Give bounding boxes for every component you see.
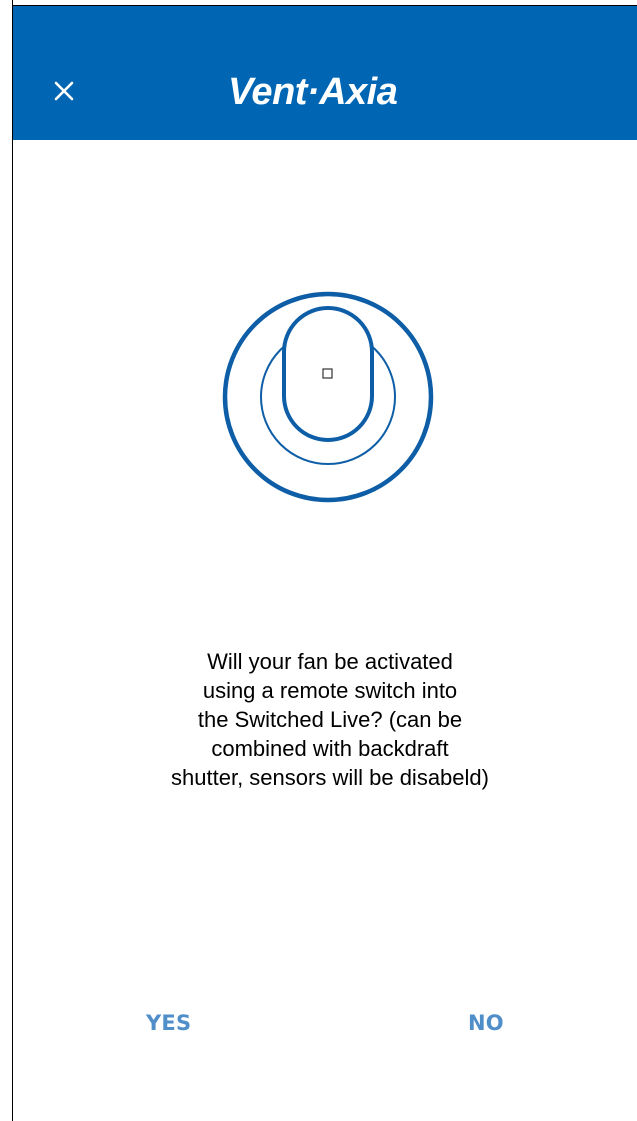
fan-device-icon	[222, 291, 434, 503]
question-line: the Switched Live? (can be	[197, 707, 463, 732]
question-line: Will your fan be activated	[207, 649, 453, 674]
question-line: shutter, sensors will be disabeld)	[171, 765, 489, 790]
close-icon	[54, 81, 74, 101]
question-line: using a remote switch into	[202, 678, 458, 703]
brand-logo: Vent·Axia	[228, 71, 398, 113]
app-header: Vent·Axia	[13, 6, 637, 140]
question-line: combined with backdraft	[211, 736, 449, 761]
close-button[interactable]	[47, 74, 81, 108]
yes-button[interactable]: YES	[146, 1008, 191, 1038]
window-frame-left	[0, 0, 13, 1121]
setup-question: Will your fan be activated using a remot…	[100, 647, 560, 792]
no-button[interactable]: NO	[468, 1008, 504, 1038]
